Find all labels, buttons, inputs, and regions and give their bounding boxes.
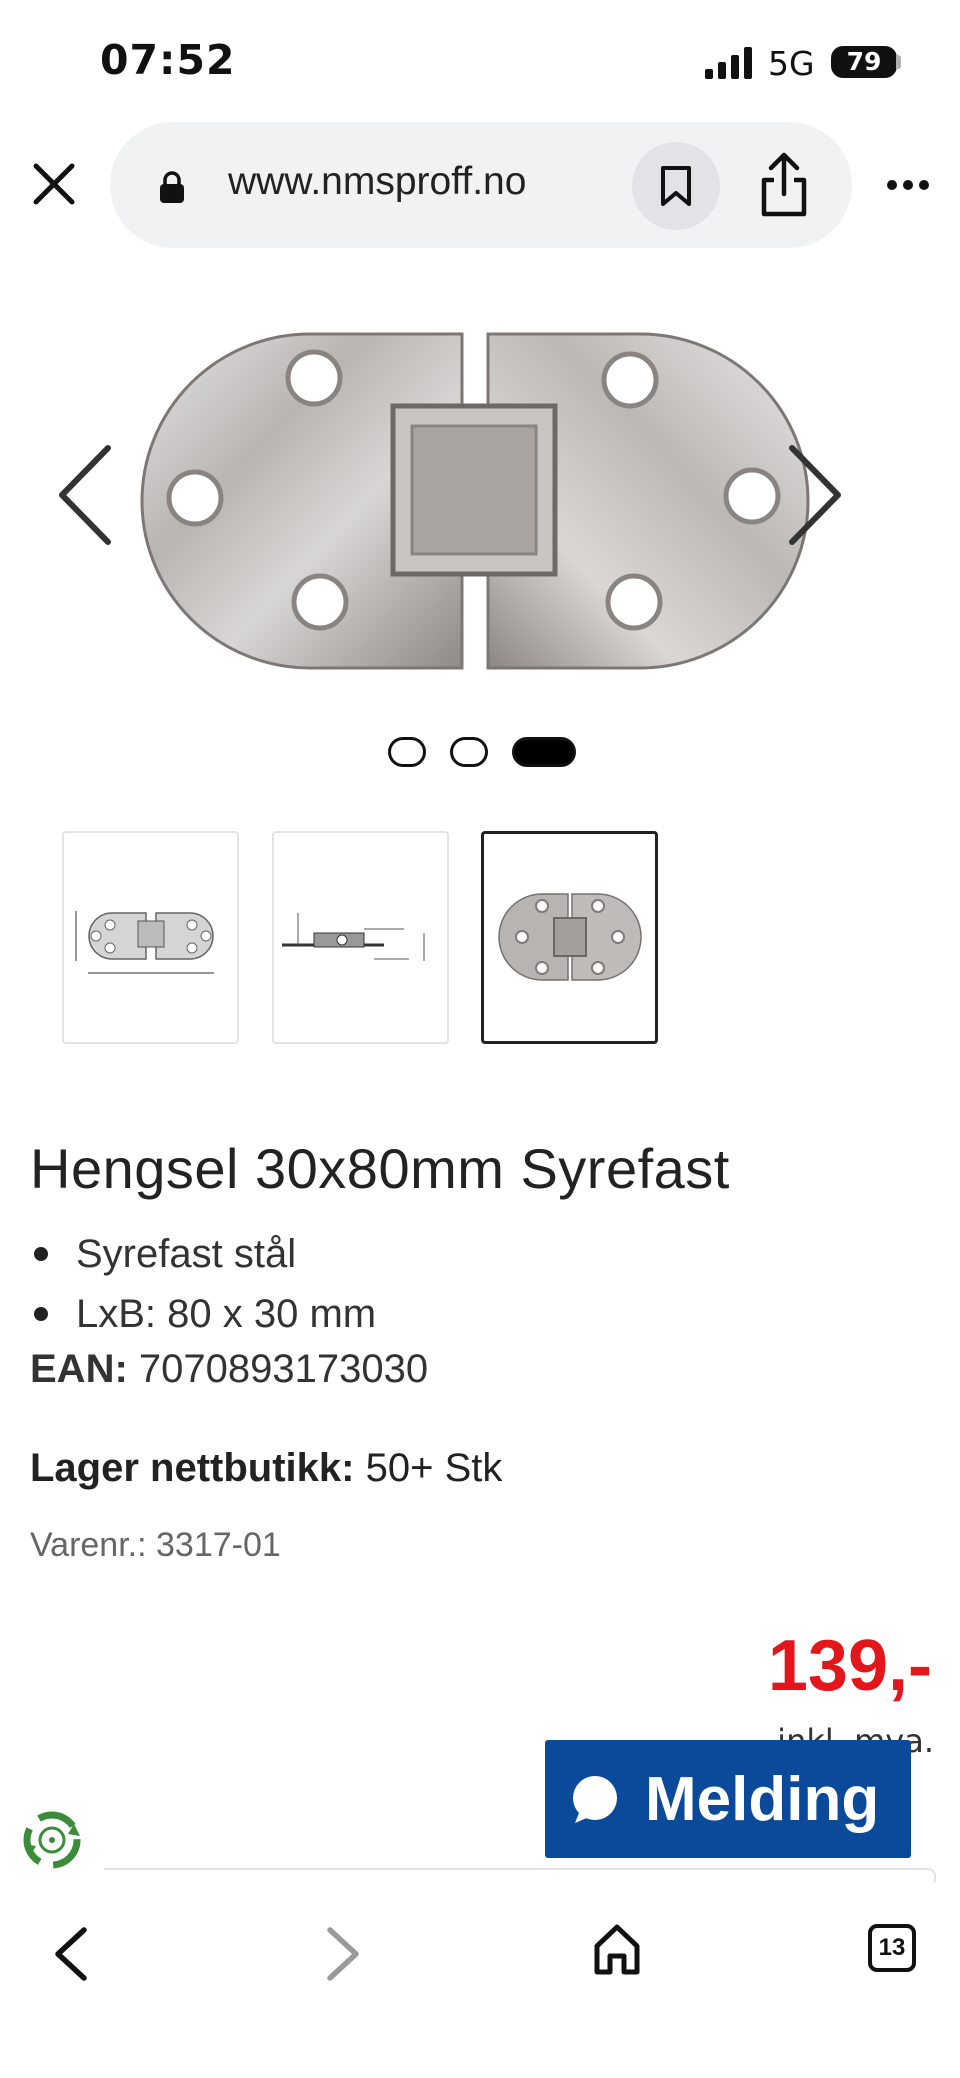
feature-list: Syrefast stål LxB: 80 x 30 mm (30, 1224, 376, 1344)
pagination-dot-2[interactable] (450, 737, 488, 767)
stock-label: Lager nettbutikk: (30, 1446, 355, 1490)
feature-text: Syrefast stål (76, 1231, 297, 1276)
network-label: 5G (768, 44, 815, 83)
back-arrow-icon[interactable] (48, 1924, 94, 1984)
lock-icon (160, 171, 184, 203)
url-text[interactable]: www.nmsproff.no (228, 160, 526, 204)
status-time: 07:52 (100, 36, 236, 84)
sku-label: Varenr.: (30, 1526, 147, 1564)
sku-row: Varenr.: 3317-01 (30, 1526, 281, 1565)
chat-message-button[interactable]: Melding (545, 1740, 911, 1858)
feature-item: Syrefast stål (30, 1224, 376, 1284)
pagination-dot-3-active[interactable] (512, 737, 576, 767)
bookmark-button[interactable] (632, 142, 720, 230)
ean-value: 7070893173030 (138, 1347, 429, 1391)
more-options-icon[interactable] (884, 170, 932, 200)
stock-value: 50+ Stk (365, 1446, 503, 1490)
battery-tip (896, 55, 901, 69)
thumbnail-profile-image (282, 913, 425, 961)
chat-button-label: Melding (645, 1764, 880, 1834)
ean-label: EAN: (30, 1347, 128, 1391)
feature-text: LxB: 80 x 30 mm (76, 1291, 377, 1336)
thumbnail-2[interactable] (272, 831, 449, 1044)
close-icon[interactable] (30, 160, 78, 208)
gallery-next-arrow-icon[interactable] (780, 440, 850, 550)
browser-bottom-nav (0, 1882, 960, 2078)
ean-row: EAN: 7070893173030 (30, 1347, 428, 1392)
thumbnail-drawing-image (75, 911, 214, 974)
bullet-icon (34, 1247, 48, 1261)
stock-row: Lager nettbutikk: 50+ Stk (30, 1446, 502, 1491)
thumbnail-1[interactable] (62, 831, 239, 1044)
gallery-prev-arrow-icon[interactable] (50, 440, 120, 550)
product-price: 139,- (767, 1626, 932, 1706)
sku-value: 3317-01 (156, 1526, 281, 1564)
product-title: Hengsel 30x80mm Syrefast (30, 1137, 730, 1200)
tabs-counter-button[interactable]: 13 (868, 1924, 916, 1972)
signal-icon (705, 47, 752, 79)
home-icon[interactable] (592, 1922, 642, 1978)
recycle-badge-icon[interactable] (16, 1804, 88, 1876)
share-icon[interactable] (756, 150, 812, 220)
battery-indicator: 79 (831, 46, 897, 78)
chat-bubble-icon (573, 1776, 617, 1823)
forward-arrow-icon[interactable] (320, 1924, 366, 1984)
bookmark-icon (661, 166, 691, 206)
bullet-icon (34, 1307, 48, 1321)
gallery-pagination (388, 735, 578, 769)
pagination-dot-1[interactable] (388, 737, 426, 767)
thumbnail-3-active[interactable] (481, 831, 658, 1044)
thumbnail-photo-image (498, 893, 642, 981)
feature-item: LxB: 80 x 30 mm (30, 1284, 376, 1344)
